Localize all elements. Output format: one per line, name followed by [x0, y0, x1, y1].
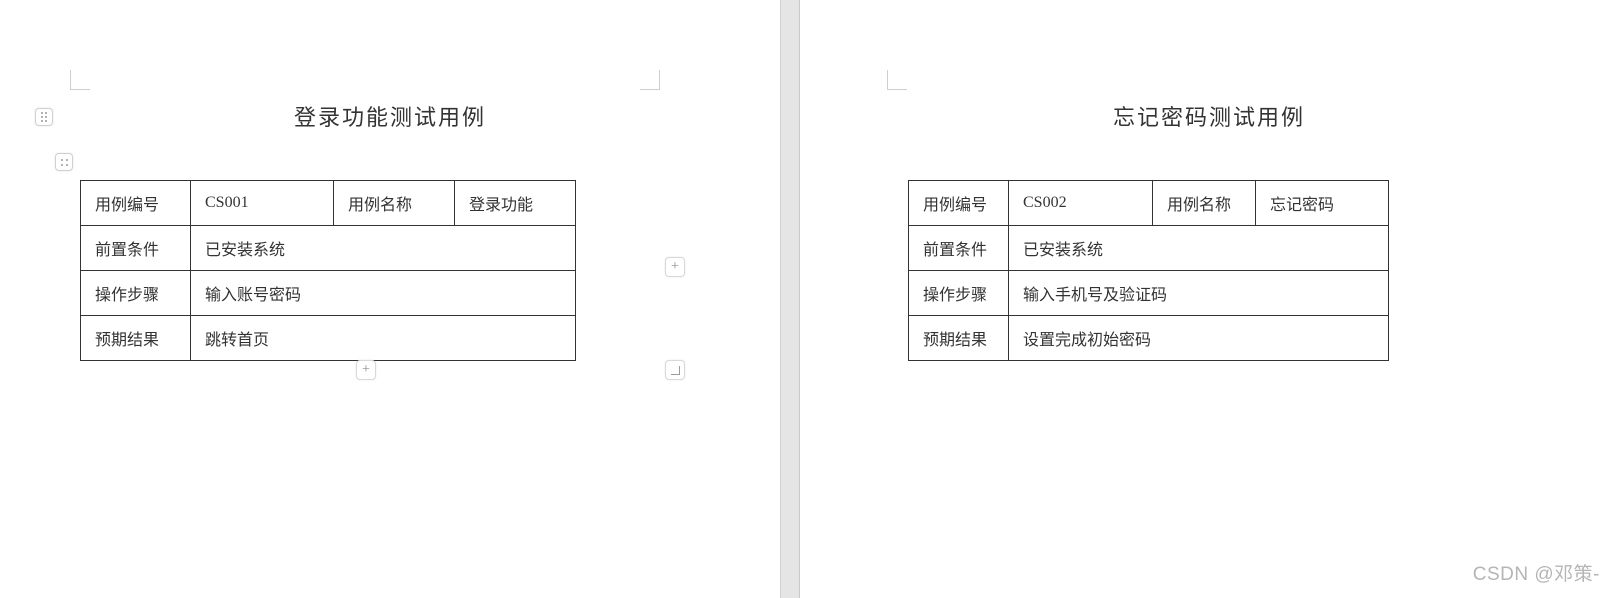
add-column-button[interactable]: + [665, 257, 685, 277]
cell-steps-label[interactable]: 操作步骤 [81, 271, 191, 316]
page-gap [780, 0, 800, 598]
table-row[interactable]: 操作步骤 输入手机号及验证码 [909, 271, 1389, 316]
cell-steps-label[interactable]: 操作步骤 [909, 271, 1009, 316]
cell-expect-value[interactable]: 跳转首页 [191, 316, 576, 361]
cell-name-label[interactable]: 用例名称 [1153, 181, 1256, 226]
cell-expect-label[interactable]: 预期结果 [81, 316, 191, 361]
cell-id-value[interactable]: CS001 [191, 181, 334, 226]
crop-mark-icon [70, 70, 90, 90]
table-row[interactable]: 操作步骤 输入账号密码 [81, 271, 576, 316]
cell-precondition-label[interactable]: 前置条件 [909, 226, 1009, 271]
cell-steps-value[interactable]: 输入手机号及验证码 [1009, 271, 1389, 316]
table-row[interactable]: 前置条件 已安装系统 [909, 226, 1389, 271]
page-title: 忘记密码测试用例 [800, 100, 1618, 132]
page-title: 登录功能测试用例 [0, 100, 780, 132]
add-row-button[interactable]: + [356, 360, 376, 380]
document-page-left: 登录功能测试用例 用例编号 CS001 用例名称 登录功能 前置条件 已安装系统… [0, 0, 780, 598]
watermark: CSDN @邓策- [1473, 559, 1600, 586]
cell-steps-value[interactable]: 输入账号密码 [191, 271, 576, 316]
testcase-table-login[interactable]: 用例编号 CS001 用例名称 登录功能 前置条件 已安装系统 操作步骤 输入账… [80, 180, 576, 361]
cell-name-label[interactable]: 用例名称 [334, 181, 455, 226]
table-row[interactable]: 预期结果 跳转首页 [81, 316, 576, 361]
cell-id-label[interactable]: 用例编号 [81, 181, 191, 226]
table-row[interactable]: 预期结果 设置完成初始密码 [909, 316, 1389, 361]
cell-name-value[interactable]: 忘记密码 [1256, 181, 1389, 226]
cell-expect-label[interactable]: 预期结果 [909, 316, 1009, 361]
table-row[interactable]: 前置条件 已安装系统 [81, 226, 576, 271]
cell-id-value[interactable]: CS002 [1009, 181, 1153, 226]
table-row[interactable]: 用例编号 CS001 用例名称 登录功能 [81, 181, 576, 226]
table-row[interactable]: 用例编号 CS002 用例名称 忘记密码 [909, 181, 1389, 226]
cell-precondition-value[interactable]: 已安装系统 [1009, 226, 1389, 271]
cell-id-label[interactable]: 用例编号 [909, 181, 1009, 226]
cell-precondition-label[interactable]: 前置条件 [81, 226, 191, 271]
cell-expect-value[interactable]: 设置完成初始密码 [1009, 316, 1389, 361]
crop-mark-icon [640, 70, 660, 90]
testcase-table-forgot[interactable]: 用例编号 CS002 用例名称 忘记密码 前置条件 已安装系统 操作步骤 输入手… [908, 180, 1389, 361]
document-page-right: 忘记密码测试用例 用例编号 CS002 用例名称 忘记密码 前置条件 已安装系统… [800, 0, 1618, 598]
cell-precondition-value[interactable]: 已安装系统 [191, 226, 576, 271]
crop-mark-icon [887, 70, 907, 90]
table-resize-handle[interactable] [665, 360, 685, 380]
cell-name-value[interactable]: 登录功能 [455, 181, 576, 226]
table-select-handle[interactable] [55, 153, 73, 171]
